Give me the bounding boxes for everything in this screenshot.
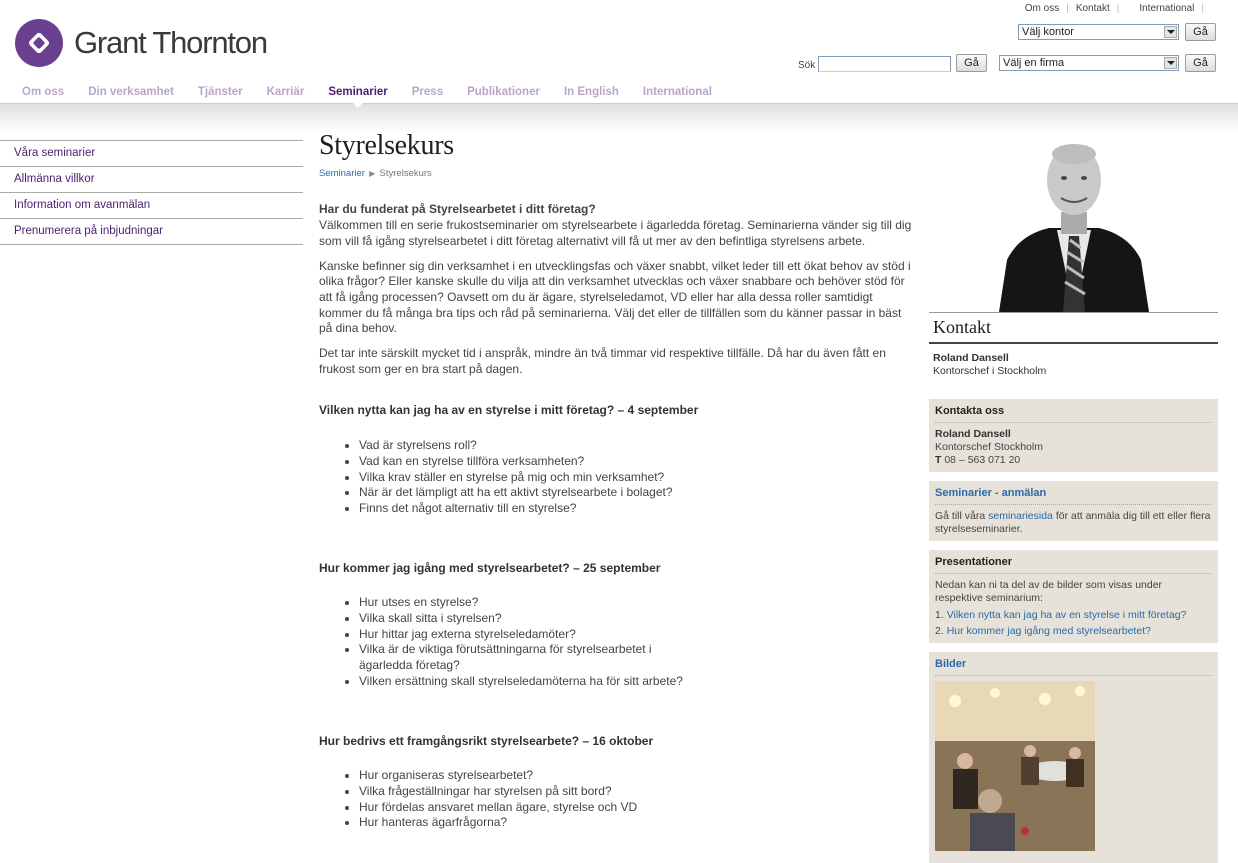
section-heading: Vilken nytta kan jag ha av en styrelse i… [319,403,699,418]
paragraph: Kanske befinner sig din verksamhet i en … [319,258,911,336]
office-select[interactable]: Välj kontor [1018,24,1179,40]
seminar-signup-text: Gå till våra seminariesida för att anmäl… [935,510,1212,536]
pictures-title[interactable]: Bilder [935,658,1212,676]
list-item: När är det lämpligt att ha ett aktivt st… [359,485,915,501]
paragraph: Det tar inte särskilt mycket tid i anspr… [319,346,886,376]
seminar-page-link[interactable]: seminariesida [988,510,1053,522]
list-item: Vilka frågeställningar har styrelsen på … [359,784,915,800]
item-number: 1. [935,609,944,621]
util-link-kontakt[interactable]: Kontakt [1076,3,1110,14]
presentation-link[interactable]: Hur kommer jag igång med styrelsearbetet… [947,625,1151,637]
list-item: Vilken ersättning skall styrelseledamöte… [359,674,699,690]
divider: | [1201,3,1204,14]
list-item: Hur fördelas ansvaret mellan ägare, styr… [359,800,915,816]
nav-international[interactable]: International [643,86,712,98]
breadcrumb-current: Styrelsekurs [379,167,432,179]
contact-info: Roland Dansell Kontorschef i Stockholm [929,344,1218,390]
phone-number: 08 – 563 071 20 [944,454,1021,466]
firm-select[interactable]: Välj en firma [999,55,1179,71]
kontakt-heading: Kontakt [929,313,1218,344]
nav-tjanster[interactable]: Tjänster [198,86,243,98]
nav-om-oss[interactable]: Om oss [22,86,64,98]
list-item: Vilka är de viktiga förutsättningarna fö… [359,642,699,673]
sidebar-item-prenumerera[interactable]: Prenumerera på inbjudningar [0,219,303,245]
list-item: Hur utses en styrelse? [359,595,699,611]
search-label: Sök [798,60,816,71]
divider: | [1116,3,1120,14]
search-input[interactable] [818,56,951,72]
presentation-item: 2. Hur kommer jag igång med styrelsearbe… [935,625,1212,638]
breadcrumb: Seminarier ▶ Styrelsekurs [319,166,915,182]
intro-paragraph: Har du funderat på Styrelsearbetet i dit… [319,202,915,249]
presentations-box: Presentationer Nedan kan ni ta del av de… [929,550,1218,643]
nav-publikationer[interactable]: Publikationer [467,86,540,98]
nav-in-english[interactable]: In English [564,86,619,98]
item-number: 2. [935,625,944,637]
sidebar-item-allmanna-villkor[interactable]: Allmänna villkor [0,167,303,193]
search-go-button[interactable]: Gå [956,54,987,72]
util-link-om-oss[interactable]: Om oss [1025,3,1059,14]
right-column: Kontakt Roland Dansell Kontorschef i Sto… [929,140,1218,863]
chevron-down-icon[interactable] [1164,26,1177,38]
office-select-value: Välj kontor [1022,26,1074,38]
sidebar-item-vara-seminarier[interactable]: Våra seminarier [0,141,303,167]
main-content: Styrelsekurs Seminarier ▶ Styrelsekurs H… [319,130,915,831]
firm-select-value: Välj en firma [1003,57,1065,69]
signup-text-before: Gå till våra [935,510,986,522]
presentations-title: Presentationer [935,556,1212,574]
page-title: Styrelsekurs [319,130,454,161]
contact-role: Kontorschef i Stockholm [933,365,1047,377]
list-item: Hur organiseras styrelsearbetet? [359,768,915,784]
intro-question: Har du funderat på Styrelsearbetet i dit… [319,202,596,217]
contact-box-title: Kontakta oss [935,405,1212,423]
divider: | [1066,3,1069,14]
office-go-button[interactable]: Gå [1185,23,1216,41]
firm-go-button[interactable]: Gå [1185,54,1216,72]
contact-box-role: Kontorschef Stockholm [935,441,1043,453]
presentation-link[interactable]: Vilken nytta kan jag ha av en styrelse i… [947,609,1187,621]
portrait-image [929,140,1218,312]
section-list: Hur organiseras styrelsearbetet? Vilka f… [319,768,915,831]
seminar-signup-box: Seminarier - anmälan Gå till våra semina… [929,481,1218,541]
list-item: Hur hittar jag externa styrelseledamöter… [359,627,699,643]
main-navigation: Om oss Din verksamhet Tjänster Karriär S… [22,86,736,108]
intro-text: Välkommen till en serie frukostseminarie… [319,218,912,248]
nav-karriar[interactable]: Karriär [267,86,305,98]
logo-mark-icon [15,19,63,67]
seminar-photo[interactable] [935,681,1095,851]
presentations-text: Nedan kan ni ta del av de bilder som vis… [935,579,1163,604]
chevron-down-icon[interactable] [1164,57,1177,69]
left-sidebar: Våra seminarier Allmänna villkor Informa… [0,140,303,245]
list-item: Vad kan en styrelse tillföra verksamhete… [359,454,915,470]
contact-box: Kontakta oss Roland Dansell Kontorschef … [929,399,1218,472]
list-item: Hur hanteras ägarfrågorna? [359,815,915,831]
section-list: Vad är styrelsens roll? Vad kan en styre… [319,438,915,517]
nav-din-verksamhet[interactable]: Din verksamhet [88,86,174,98]
contact-name: Roland Dansell [933,352,1009,364]
list-item: Finns det något alternativ till en styre… [359,501,915,517]
nav-press[interactable]: Press [412,86,443,98]
utility-links: Om oss | Kontakt | International | [1025,3,1211,14]
contact-photo [929,140,1218,313]
list-item: Vilka krav ställer en styrelse på mig oc… [359,470,915,486]
phone-prefix: T [935,454,942,466]
presentation-item: 1. Vilken nytta kan jag ha av en styrels… [935,609,1212,622]
sidebar-item-avanmalan[interactable]: Information om avanmälan [0,193,303,219]
navbar-shade [0,103,1238,132]
logo-text: Grant Thornton [74,25,268,60]
contact-box-name: Roland Dansell [935,428,1011,440]
util-link-international[interactable]: International [1139,3,1194,14]
pictures-box: Bilder [929,652,1218,863]
section-heading: Hur kommer jag igång med styrelsearbetet… [319,560,661,575]
grant-thornton-logo[interactable]: Grant Thornton [14,18,268,68]
section-heading: Hur bedrivs ett framgångsrikt styrelsear… [319,733,654,748]
section-list: Hur utses en styrelse? Vilka skall sitta… [319,595,699,689]
list-item: Vad är styrelsens roll? [359,438,915,454]
breadcrumb-link[interactable]: Seminarier [319,168,365,179]
list-item: Vilka skall sitta i styrelsen? [359,611,699,627]
nav-seminarier[interactable]: Seminarier [328,86,388,108]
seminar-signup-title[interactable]: Seminarier - anmälan [935,487,1212,505]
contact-box-phone: T 08 – 563 071 20 [935,454,1212,467]
breadcrumb-arrow-icon: ▶ [366,168,378,178]
